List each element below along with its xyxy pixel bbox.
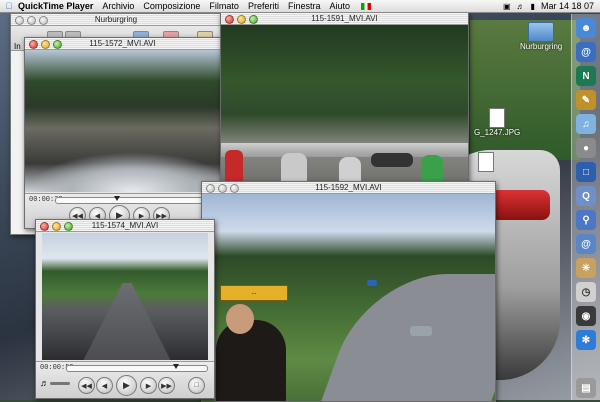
netscape-icon[interactable]: N: [576, 66, 596, 86]
window-title: 115-1592_MVI.AVI: [315, 183, 382, 192]
menu-clock[interactable]: Mar 14 18 07: [541, 1, 594, 11]
race-car: [367, 280, 377, 286]
track-curve: [316, 274, 495, 401]
race-car: [371, 153, 413, 167]
track-road: [82, 283, 172, 360]
step-forward-button[interactable]: ▶: [140, 377, 157, 394]
eye-icon[interactable]: ◉: [576, 306, 596, 326]
network-icon[interactable]: @: [576, 234, 596, 254]
desktop-file-2[interactable]: [478, 152, 494, 172]
finder-title-bar[interactable]: Nurburgring: [11, 14, 221, 26]
scrub-bar[interactable]: [66, 364, 208, 372]
playhead[interactable]: [114, 196, 120, 201]
image-file-icon: [489, 108, 506, 128]
desktop-folder-label: Nurburgring: [520, 42, 563, 51]
menu-bar:  QuickTime Player Archivio Composizione…: [0, 0, 600, 13]
window-title-bar[interactable]: 115-1574_MVI.AVI: [36, 220, 214, 232]
preview-icon[interactable]: □: [576, 162, 596, 182]
video-frame-1572[interactable]: [25, 50, 220, 192]
itunes-icon[interactable]: ♫: [576, 114, 596, 134]
minimize-button[interactable]: [41, 40, 50, 49]
step-back-button[interactable]: ◀: [96, 377, 113, 394]
spectator-head: [226, 304, 254, 334]
folder-icon: [528, 22, 555, 42]
menu-filmato[interactable]: Filmato: [209, 1, 239, 11]
menu-finestra[interactable]: Finestra: [288, 1, 321, 11]
play-button[interactable]: ▶: [116, 375, 137, 396]
display-icon[interactable]: ▣: [503, 2, 511, 11]
scrub-bar[interactable]: [55, 196, 207, 204]
video-frame-1592[interactable]: ...: [202, 194, 495, 401]
menu-app-name[interactable]: QuickTime Player: [18, 1, 93, 11]
close-button[interactable]: [206, 184, 215, 193]
input-flag-icon[interactable]: [360, 2, 371, 10]
sherlock-icon[interactable]: ⚲: [576, 210, 596, 230]
ichat-icon[interactable]: ●: [576, 138, 596, 158]
trash-icon[interactable]: ▤: [576, 378, 596, 398]
movie-window-1592[interactable]: 115-1592_MVI.AVI ...: [201, 181, 496, 402]
quicktime-icon[interactable]: Q: [576, 186, 596, 206]
close-button[interactable]: [29, 40, 38, 49]
close-button[interactable]: [40, 222, 49, 231]
spectator-foreground: [216, 320, 286, 401]
volume-slider[interactable]: [50, 382, 70, 385]
finder-title: Nurburgring: [94, 15, 138, 24]
image-file-icon: [478, 152, 494, 172]
window-title: 115-1574_MVI.AVI: [91, 221, 159, 230]
battery-icon[interactable]: ▮: [531, 2, 535, 11]
car-hood: [25, 152, 220, 192]
menu-preferiti[interactable]: Preferiti: [248, 1, 279, 11]
safari-icon[interactable]: ✻: [576, 330, 596, 350]
zoom-button[interactable]: [53, 40, 62, 49]
zoom-button[interactable]: [39, 16, 48, 25]
player-controls: 00:00:59 ♬ ◀◀ ◀ ▶ ▶ ▶▶ □: [36, 361, 214, 398]
dock: ☻ @ N ✎ ♫ ● □ Q ⚲ @ ☀ ◷ ◉ ✻ ▤: [571, 14, 600, 400]
finder-icon[interactable]: ☻: [576, 18, 596, 38]
video-frame-1591[interactable]: [221, 25, 468, 187]
desktop-file-jpg[interactable]: G_1247.JPG: [474, 108, 520, 137]
menu-archivio[interactable]: Archivio: [102, 1, 134, 11]
minimize-button[interactable]: [52, 222, 61, 231]
video-frame-1574[interactable]: [42, 233, 208, 360]
movie-window-1591[interactable]: 115-1591_MVI.AVI: [220, 12, 469, 189]
window-title-bar[interactable]: 115-1592_MVI.AVI: [202, 182, 495, 194]
iphoto-icon[interactable]: ☀: [576, 258, 596, 278]
window-title-bar[interactable]: 115-1572_MVI.AVI: [25, 38, 220, 50]
window-title: 115-1591_MVI.AVI: [311, 14, 378, 23]
movie-window-1574[interactable]: 115-1574_MVI.AVI 00:00:59 ♬ ◀◀ ◀ ▶ ▶ ▶▶ …: [35, 219, 215, 399]
menu-composizione[interactable]: Composizione: [143, 1, 200, 11]
track-sign: ...: [220, 285, 288, 301]
playhead[interactable]: [173, 364, 179, 369]
window-title: 115-1572_MVI.AVI: [89, 39, 156, 48]
close-button[interactable]: [225, 15, 234, 24]
zoom-button[interactable]: [249, 15, 258, 24]
zoom-button[interactable]: [64, 222, 73, 231]
zoom-button[interactable]: [230, 184, 239, 193]
volume-icon[interactable]: ♬: [40, 378, 49, 388]
fast-forward-button[interactable]: ▶▶: [158, 377, 175, 394]
volume-icon[interactable]: ♬: [517, 2, 525, 11]
script-icon[interactable]: ✎: [576, 90, 596, 110]
mail-icon[interactable]: @: [576, 42, 596, 62]
close-button[interactable]: [15, 16, 24, 25]
clock-icon[interactable]: ◷: [576, 282, 596, 302]
race-car: [410, 326, 432, 336]
movie-window-1572[interactable]: 115-1572_MVI.AVI 00:00:23 ◀◀ ◀ ▶ ▶ ▶▶: [24, 37, 221, 229]
minimize-button[interactable]: [218, 184, 227, 193]
desktop-file-label: G_1247.JPG: [474, 128, 521, 137]
desktop-folder-nurburgring[interactable]: Nurburgring: [520, 22, 562, 51]
resize-icon[interactable]: □: [188, 377, 205, 394]
apple-menu-icon[interactable]: : [0, 1, 18, 11]
menu-aiuto[interactable]: Aiuto: [329, 1, 350, 11]
minimize-button[interactable]: [237, 15, 246, 24]
rewind-to-start-button[interactable]: ◀◀: [78, 377, 95, 394]
window-title-bar[interactable]: 115-1591_MVI.AVI: [221, 13, 468, 25]
finder-sidebar-text: In: [14, 42, 21, 51]
desktop-photo-taillight: [490, 190, 550, 220]
minimize-button[interactable]: [27, 16, 36, 25]
